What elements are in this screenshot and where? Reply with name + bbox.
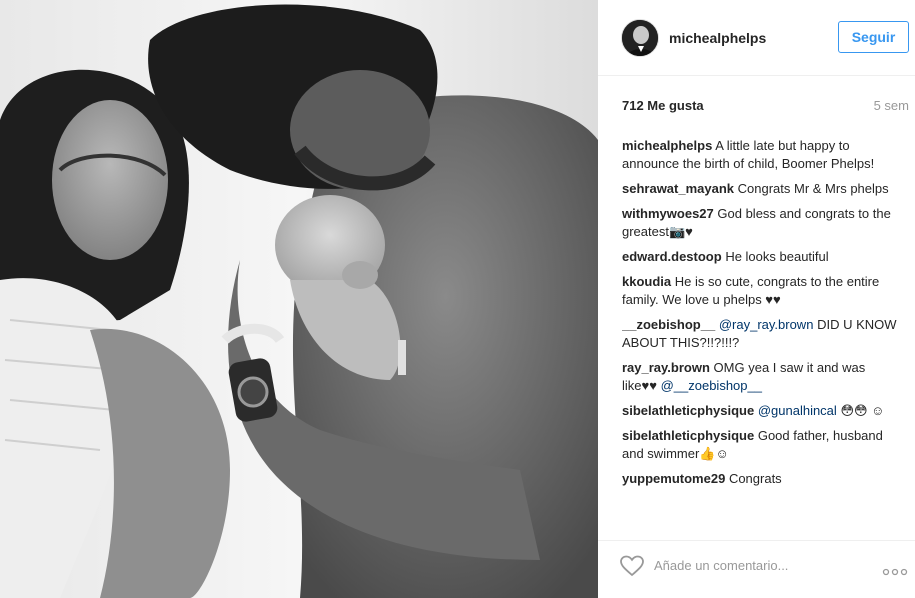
- comment-username[interactable]: ray_ray.brown: [622, 360, 710, 375]
- comment-item: __zoebishop__ @ray_ray.brown DID U KNOW …: [622, 316, 897, 352]
- post-photo-image: [0, 0, 598, 598]
- post-meta: 712 Me gusta 5 sem: [622, 98, 909, 118]
- comment-mention[interactable]: @__zoebishop__: [661, 378, 762, 393]
- avatar[interactable]: [621, 19, 659, 57]
- comment-item: withmywoes27 God bless and congrats to t…: [622, 205, 897, 241]
- likes-count[interactable]: 712 Me gusta: [622, 98, 704, 113]
- post-header: michealphelps Seguir: [598, 0, 915, 76]
- follow-button[interactable]: Seguir: [838, 21, 909, 53]
- comment-item: michealphelps A little late but happy to…: [622, 137, 897, 173]
- comment-item: edward.destoop He looks beautiful: [622, 248, 897, 266]
- comment-text: He looks beautiful: [725, 249, 829, 264]
- comment-text: 😳😳 ☺: [840, 403, 885, 418]
- comment-username[interactable]: edward.destoop: [622, 249, 722, 264]
- comment-item: sehrawat_mayank Congrats Mr & Mrs phelps: [622, 180, 897, 198]
- post-side-panel: michealphelps Seguir 712 Me gusta 5 sem …: [598, 0, 915, 598]
- post-photo[interactable]: [0, 0, 598, 598]
- more-dots-icon[interactable]: [882, 563, 908, 576]
- comment-text: Congrats Mr & Mrs phelps: [737, 181, 889, 196]
- comment-text: Congrats: [728, 471, 782, 486]
- comment-item: ray_ray.brown OMG yea I saw it and was l…: [622, 359, 897, 395]
- post-time[interactable]: 5 sem: [874, 98, 909, 113]
- comment-input[interactable]: [654, 553, 864, 577]
- comment-mention[interactable]: @gunalhincal: [758, 403, 837, 418]
- comment-item: yuppemutome29 Congrats: [622, 470, 897, 488]
- comment-mention[interactable]: @ray_ray.brown: [719, 317, 814, 332]
- heart-outline-icon[interactable]: [620, 555, 644, 577]
- post-footer: [598, 540, 915, 598]
- author-username[interactable]: michealphelps: [669, 30, 766, 46]
- comment-username[interactable]: sehrawat_mayank: [622, 181, 734, 196]
- comment-item: sibelathleticphysique @gunalhincal 😳😳 ☺: [622, 402, 897, 420]
- comment-username[interactable]: __zoebishop__: [622, 317, 715, 332]
- comment-username[interactable]: sibelathleticphysique: [622, 403, 754, 418]
- comment-username[interactable]: sibelathleticphysique: [622, 428, 754, 443]
- comment-item: kkoudia He is so cute, congrats to the e…: [622, 273, 897, 309]
- comment-list[interactable]: michealphelps A little late but happy to…: [622, 137, 897, 529]
- comment-username[interactable]: kkoudia: [622, 274, 671, 289]
- avatar-image: [622, 20, 658, 56]
- comment-item: sibelathleticphysique Good father, husba…: [622, 427, 897, 463]
- comment-username[interactable]: withmywoes27: [622, 206, 714, 221]
- comment-username[interactable]: yuppemutome29: [622, 471, 725, 486]
- comment-username[interactable]: michealphelps: [622, 138, 712, 153]
